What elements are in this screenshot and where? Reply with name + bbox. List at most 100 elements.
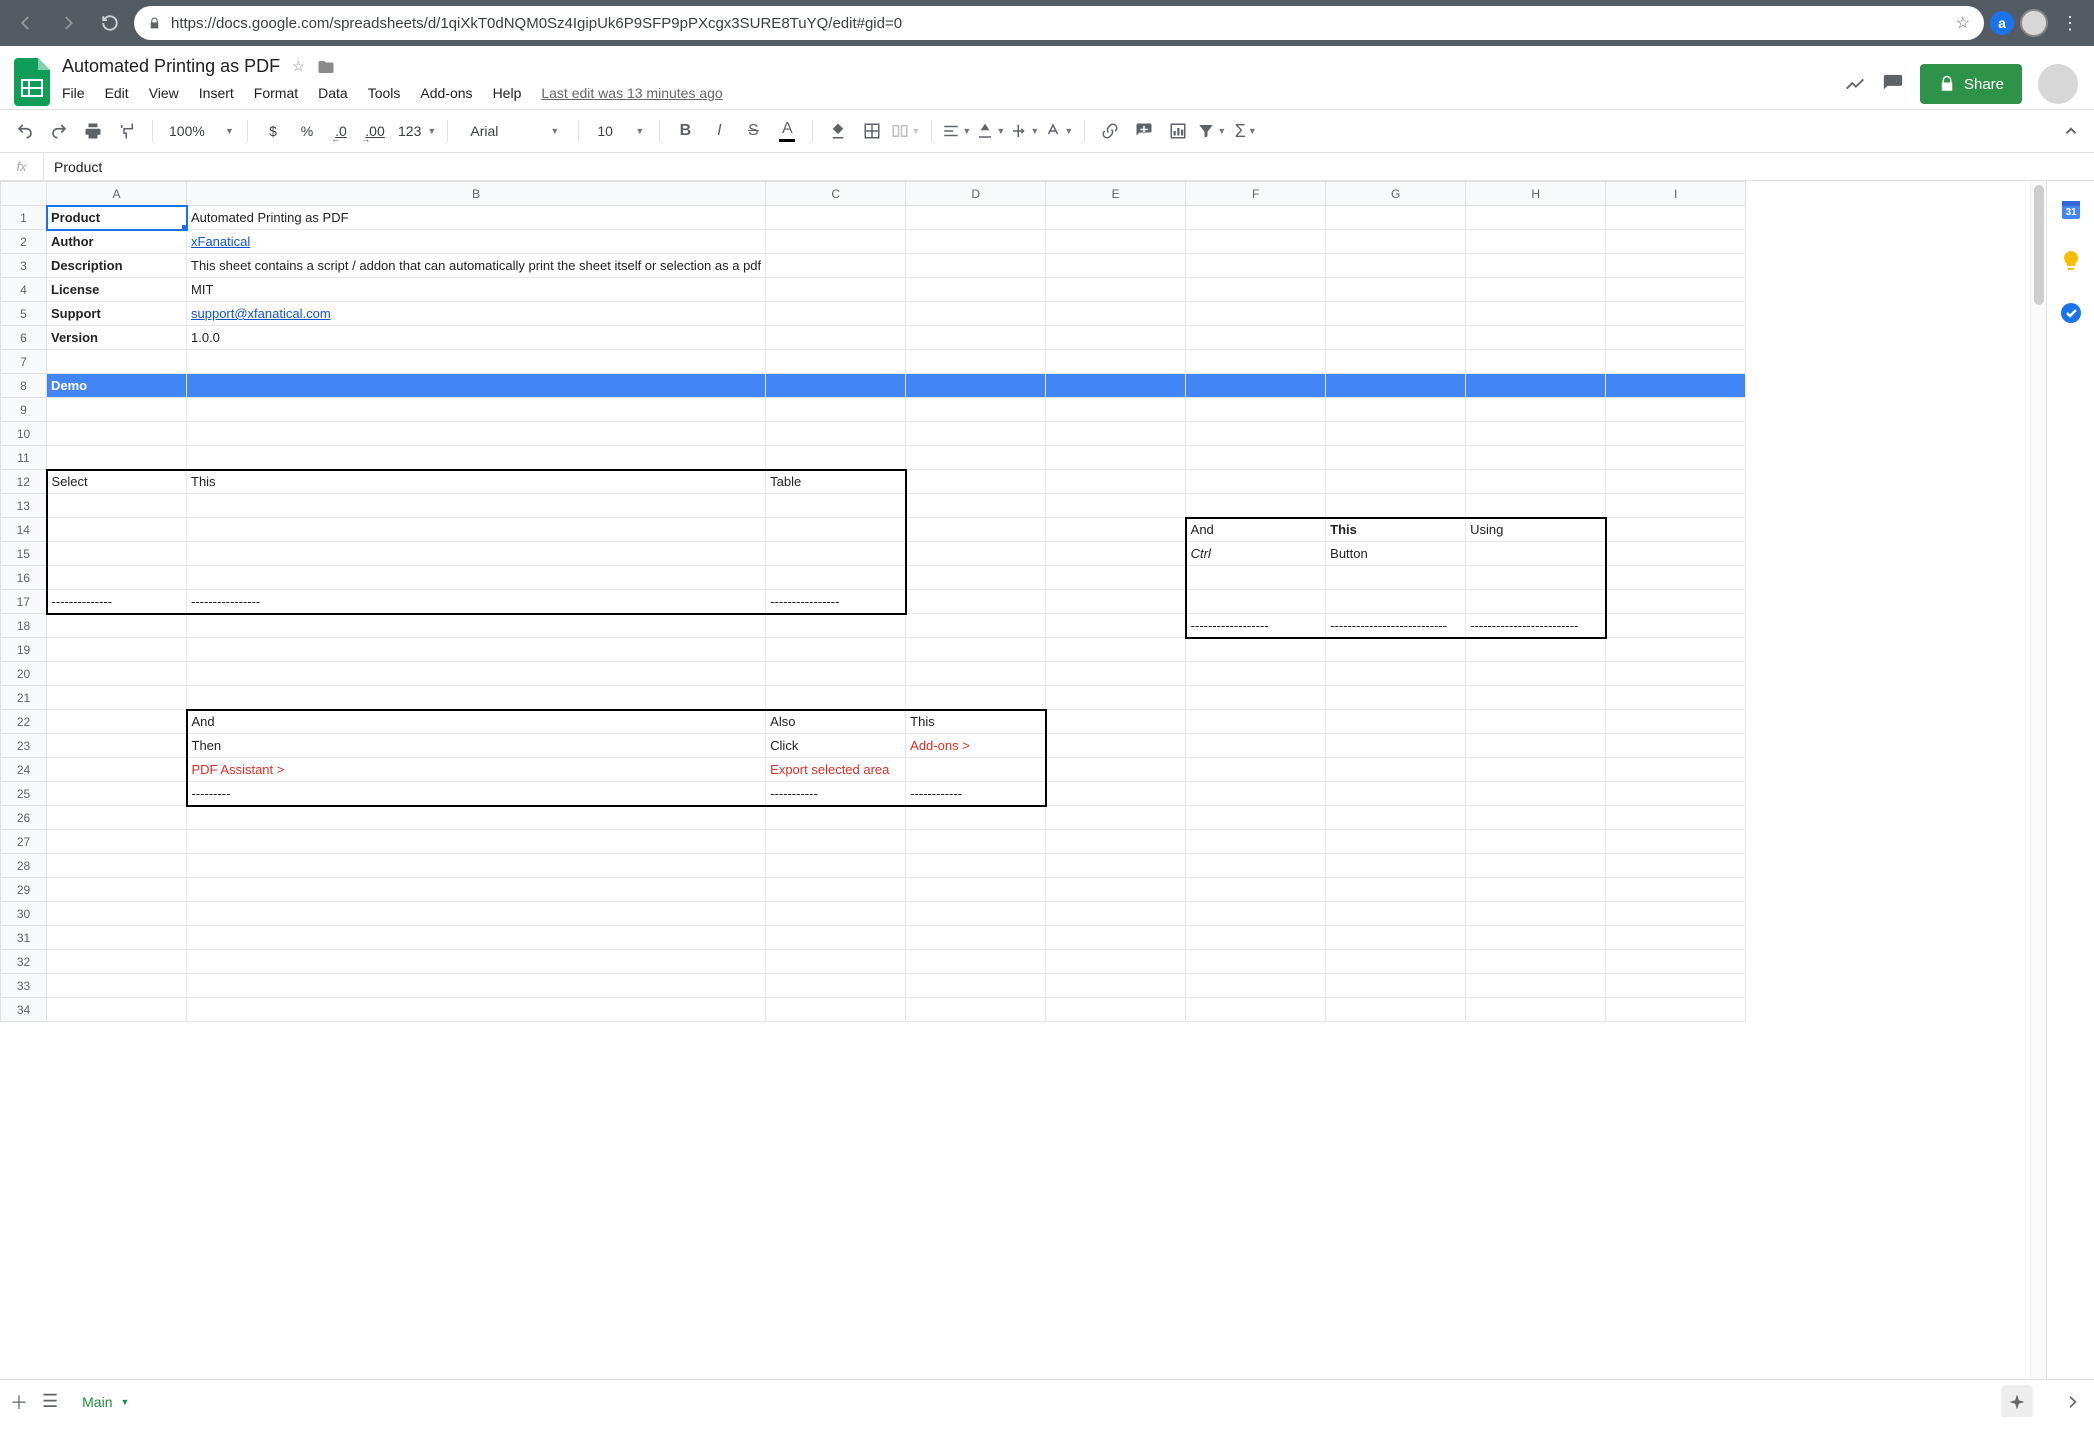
address-bar[interactable]: https://docs.google.com/spreadsheets/d/1… [134,6,1984,40]
cell-I20[interactable] [1606,662,1746,686]
cell-A1[interactable]: Product [47,206,187,230]
cell-H15[interactable] [1466,542,1606,566]
cell-F8[interactable] [1186,374,1326,398]
cell-I1[interactable] [1606,206,1746,230]
cell-A24[interactable] [47,758,187,782]
row-header-31[interactable]: 31 [1,926,47,950]
cell-B10[interactable] [187,422,766,446]
cell-H5[interactable] [1466,302,1606,326]
cell-H16[interactable] [1466,566,1606,590]
menu-edit[interactable]: Edit [105,85,129,101]
format-percent-button[interactable]: % [292,116,322,146]
cell-G16[interactable] [1326,566,1466,590]
cell-E22[interactable] [1046,710,1186,734]
last-edit-text[interactable]: Last edit was 13 minutes ago [541,85,722,101]
cell-E30[interactable] [1046,902,1186,926]
row-header-7[interactable]: 7 [1,350,47,374]
cell-G24[interactable] [1326,758,1466,782]
cell-D1[interactable] [906,206,1046,230]
cell-H17[interactable] [1466,590,1606,614]
cell-B14[interactable] [187,518,766,542]
cell-E11[interactable] [1046,446,1186,470]
cell-C17[interactable]: ---------------- [766,590,906,614]
print-button[interactable] [78,116,108,146]
cell-A8[interactable]: Demo [47,374,187,398]
cell-B8[interactable] [187,374,766,398]
cell-D22[interactable]: This [906,710,1046,734]
select-all-corner[interactable] [1,182,47,206]
cell-D27[interactable] [906,830,1046,854]
explore-button[interactable] [2002,1387,2032,1417]
cell-B26[interactable] [187,806,766,830]
cell-B29[interactable] [187,878,766,902]
cell-H10[interactable] [1466,422,1606,446]
cell-G25[interactable] [1326,782,1466,806]
activity-icon[interactable] [1844,73,1866,95]
cell-C18[interactable] [766,614,906,638]
cell-A18[interactable] [47,614,187,638]
row-header-33[interactable]: 33 [1,974,47,998]
vertical-scrollbar[interactable] [2030,181,2046,1379]
cell-E7[interactable] [1046,350,1186,374]
cell-A32[interactable] [47,950,187,974]
cell-F31[interactable] [1186,926,1326,950]
cell-G14[interactable]: This [1326,518,1466,542]
row-header-4[interactable]: 4 [1,278,47,302]
cell-G13[interactable] [1326,494,1466,518]
cell-C24[interactable]: Export selected area [766,758,906,782]
cell-E31[interactable] [1046,926,1186,950]
cell-A3[interactable]: Description [47,254,187,278]
back-button[interactable] [8,5,44,41]
cell-I4[interactable] [1606,278,1746,302]
cell-H33[interactable] [1466,974,1606,998]
row-header-14[interactable]: 14 [1,518,47,542]
cell-I15[interactable] [1606,542,1746,566]
cell-B23[interactable]: Then [187,734,766,758]
cell-E5[interactable] [1046,302,1186,326]
cell-B28[interactable] [187,854,766,878]
cell-F20[interactable] [1186,662,1326,686]
cell-I21[interactable] [1606,686,1746,710]
cell-E24[interactable] [1046,758,1186,782]
spreadsheet-grid[interactable]: ABCDEFGHI1ProductAutomated Printing as P… [0,181,2046,1379]
cell-E16[interactable] [1046,566,1186,590]
cell-H27[interactable] [1466,830,1606,854]
cell-D16[interactable] [906,566,1046,590]
cell-B6[interactable]: 1.0.0 [187,326,766,350]
cell-C26[interactable] [766,806,906,830]
formula-bar-input[interactable]: Product [44,159,102,175]
cell-D30[interactable] [906,902,1046,926]
cell-A15[interactable] [47,542,187,566]
cell-A9[interactable] [47,398,187,422]
cell-H11[interactable] [1466,446,1606,470]
cell-A27[interactable] [47,830,187,854]
cell-F15[interactable]: Ctrl [1186,542,1326,566]
cell-A28[interactable] [47,854,187,878]
cell-D29[interactable] [906,878,1046,902]
menu-view[interactable]: View [149,85,179,101]
cell-H29[interactable] [1466,878,1606,902]
row-header-18[interactable]: 18 [1,614,47,638]
cell-F18[interactable]: ------------------ [1186,614,1326,638]
cell-D24[interactable] [906,758,1046,782]
cell-H1[interactable] [1466,206,1606,230]
cell-G2[interactable] [1326,230,1466,254]
cell-A12[interactable]: Select [47,470,187,494]
browser-menu-icon[interactable]: ⋮ [2054,7,2086,39]
cell-I10[interactable] [1606,422,1746,446]
all-sheets-button[interactable]: ☰ [42,1391,58,1412]
reload-button[interactable] [92,5,128,41]
cell-D28[interactable] [906,854,1046,878]
cell-C11[interactable] [766,446,906,470]
cell-H24[interactable] [1466,758,1606,782]
cell-B5[interactable]: support@xfanatical.com [187,302,766,326]
cell-E1[interactable] [1046,206,1186,230]
tasks-icon[interactable] [2057,299,2085,327]
cell-F22[interactable] [1186,710,1326,734]
row-header-6[interactable]: 6 [1,326,47,350]
cell-H13[interactable] [1466,494,1606,518]
cell-F14[interactable]: And [1186,518,1326,542]
row-header-8[interactable]: 8 [1,374,47,398]
cell-C7[interactable] [766,350,906,374]
cell-G1[interactable] [1326,206,1466,230]
